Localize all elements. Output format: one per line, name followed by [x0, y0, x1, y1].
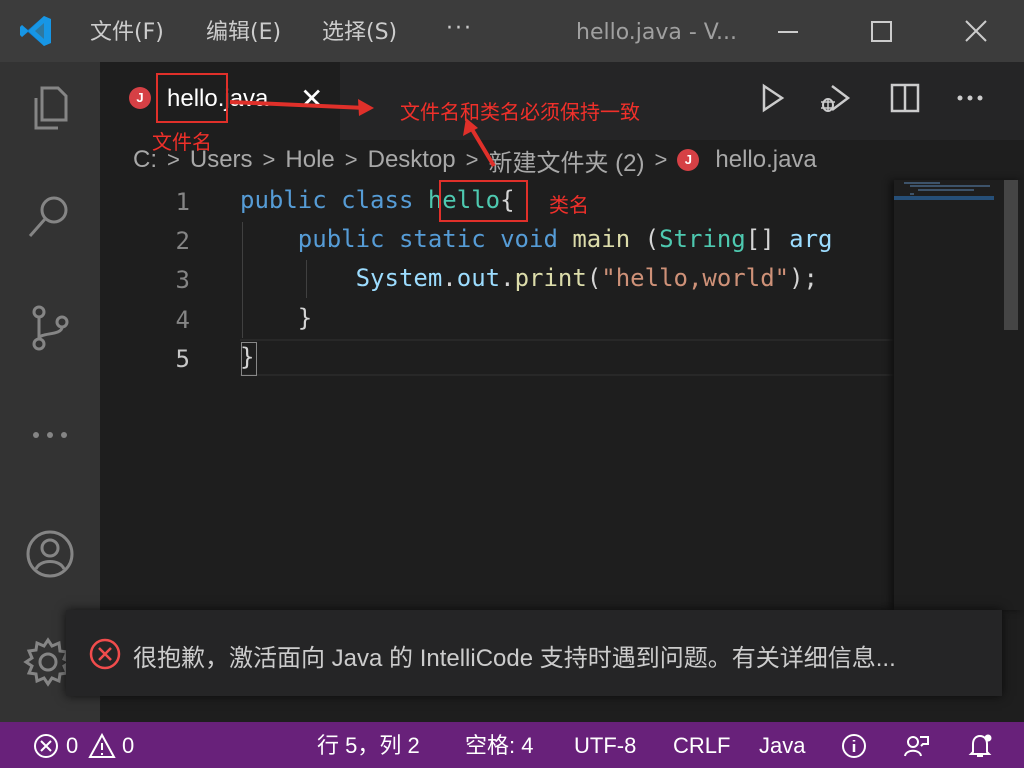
- code-token: }: [240, 304, 313, 332]
- info-icon[interactable]: [840, 732, 868, 760]
- close-window-icon[interactable]: [958, 14, 994, 50]
- bracket-match-highlight: [241, 342, 257, 376]
- code-token: "hello,world": [601, 264, 790, 292]
- menu-more-icon[interactable]: ···: [446, 16, 473, 41]
- search-icon[interactable]: [22, 188, 78, 244]
- menu-edit[interactable]: 编辑(E): [206, 18, 281, 48]
- filename-highlight-box: [156, 73, 228, 123]
- code-token: out: [456, 264, 501, 292]
- line-ending[interactable]: CRLF: [673, 732, 730, 760]
- line-number: 3: [175, 266, 190, 294]
- code-token: .: [442, 264, 457, 292]
- explorer-icon[interactable]: [22, 80, 78, 136]
- code-token: (: [630, 225, 660, 253]
- code-token: arg: [789, 225, 833, 253]
- code-line-4[interactable]: }: [240, 304, 312, 332]
- source-control-icon[interactable]: [22, 300, 78, 356]
- code-token: public: [297, 225, 385, 253]
- errors-icon[interactable]: [32, 732, 60, 760]
- run-icon[interactable]: [754, 80, 790, 116]
- code-line-3[interactable]: System.out.print("hello,world");: [240, 264, 818, 292]
- line-number: 1: [175, 188, 190, 216]
- notification-message: 很抱歉，激活面向 Java 的 IntelliCode 支持时遇到问题。有关详细…: [133, 645, 896, 672]
- error-icon: [89, 638, 121, 670]
- line-number: 2: [175, 227, 190, 255]
- vertical-scrollbar[interactable]: [1004, 180, 1018, 330]
- warning-count[interactable]: 0: [122, 732, 134, 760]
- java-file-icon: J: [129, 87, 151, 109]
- code-token: public: [240, 186, 327, 214]
- code-token: System: [355, 264, 443, 292]
- code-line-2[interactable]: public static void main (String[] arg: [240, 225, 833, 253]
- status-bar: 0 0 行 5，列 2 空格: 4 UTF-8 CRLF Java: [0, 722, 1024, 768]
- menu-file[interactable]: 文件(F): [90, 18, 164, 48]
- breadcrumb-folder[interactable]: 新建文件夹 (2): [489, 143, 645, 178]
- indentation[interactable]: 空格: 4: [465, 732, 533, 760]
- code-token: String: [659, 225, 746, 253]
- split-editor-icon[interactable]: [887, 80, 923, 116]
- more-actions-icon[interactable]: [952, 80, 988, 116]
- code-token: );: [789, 264, 819, 292]
- code-token: static: [398, 225, 486, 253]
- feedback-icon[interactable]: [902, 732, 930, 760]
- annotation-arrows: [229, 99, 496, 168]
- minimize-icon[interactable]: [770, 14, 806, 50]
- vscode-logo-icon: [20, 16, 51, 46]
- warnings-icon[interactable]: [88, 732, 116, 760]
- error-count[interactable]: 0: [66, 732, 78, 760]
- current-line-highlight: [240, 339, 894, 376]
- cursor-position[interactable]: 行 5，列 2: [317, 732, 420, 760]
- language-mode[interactable]: Java: [759, 732, 805, 760]
- classname-highlight-box: [439, 180, 528, 222]
- code-token: main: [572, 225, 631, 253]
- code-token: []: [745, 225, 790, 253]
- classname-annotation: 类名: [549, 193, 589, 217]
- encoding[interactable]: UTF-8: [574, 732, 636, 760]
- title-bar: 文件(F) 编辑(E) 选择(S) ··· hello.java - V...: [0, 0, 1024, 62]
- line-number: 4: [175, 306, 190, 334]
- line-number-gutter: 1 2 3 4 5: [100, 180, 200, 610]
- window-title: hello.java - V...: [576, 20, 737, 45]
- menu-selection[interactable]: 选择(S): [322, 18, 397, 48]
- account-icon[interactable]: [22, 526, 78, 582]
- breadcrumb-separator: >: [654, 147, 668, 172]
- more-views-icon[interactable]: [22, 406, 78, 462]
- maximize-icon[interactable]: [863, 14, 899, 50]
- filename-annotation: 文件名: [152, 130, 212, 154]
- code-token: .: [500, 264, 515, 292]
- code-token: print: [514, 264, 587, 292]
- debug-run-icon[interactable]: [816, 80, 852, 116]
- notifications-bell-icon[interactable]: [966, 732, 994, 760]
- code-token: (: [586, 264, 602, 292]
- code-token: void: [500, 225, 558, 253]
- breadcrumb-file[interactable]: hello.java: [715, 146, 816, 174]
- code-token: class: [341, 186, 414, 214]
- breadcrumb-java-icon: J: [677, 149, 700, 171]
- active-line-number: 5: [175, 345, 190, 373]
